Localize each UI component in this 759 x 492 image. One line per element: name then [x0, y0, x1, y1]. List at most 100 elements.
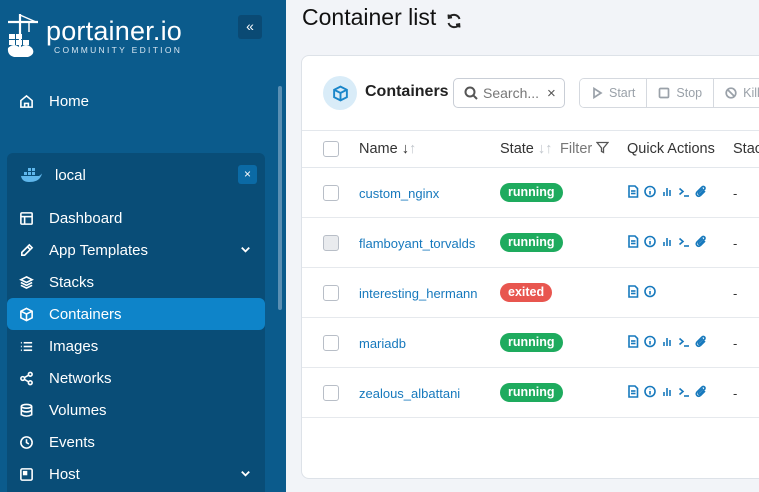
row-checkbox-disabled: [323, 235, 339, 251]
container-name-link[interactable]: interesting_hermann: [359, 286, 478, 301]
table-row: custom_nginx running -: [302, 168, 759, 218]
sidebar-item-label: Networks: [49, 369, 112, 387]
info-icon[interactable]: [644, 335, 656, 348]
stats-icon[interactable]: [661, 185, 673, 198]
filter-icon: [595, 141, 610, 154]
container-name-link[interactable]: zealous_albattani: [359, 386, 460, 401]
sidebar-item-dashboard[interactable]: Dashboard: [7, 202, 265, 234]
name-header-label: Name: [359, 141, 398, 157]
refresh-icon[interactable]: [445, 9, 463, 28]
home-icon: [18, 93, 34, 109]
sort-desc-icon: ↓: [401, 141, 409, 157]
stack-column-header[interactable]: Stac: [733, 141, 759, 157]
sidebar-item-containers[interactable]: Containers: [7, 298, 265, 330]
table-row: mariadb running -: [302, 318, 759, 368]
stack-value: -: [733, 186, 738, 201]
state-column-header[interactable]: State ↓↑: [500, 141, 552, 157]
cube-icon: [323, 76, 357, 110]
status-badge: running: [500, 183, 563, 202]
card-title: Containers: [365, 83, 449, 100]
logs-icon[interactable]: [627, 235, 639, 248]
table-row: interesting_hermann exited -: [302, 268, 759, 318]
stats-icon[interactable]: [661, 235, 673, 248]
sidebar-item-label: Images: [49, 337, 99, 355]
container-name-link[interactable]: custom_nginx: [359, 186, 439, 201]
info-icon[interactable]: [644, 185, 656, 198]
quick-actions-column-header: Quick Actions: [627, 141, 715, 157]
container-name-link[interactable]: mariadb: [359, 336, 406, 351]
logo-subtitle: COMMUNITY EDITION: [54, 45, 183, 55]
sidebar-item-volumes[interactable]: Volumes: [7, 394, 265, 426]
console-icon[interactable]: [678, 185, 690, 198]
logs-icon[interactable]: [627, 285, 639, 298]
docker-icon: [21, 168, 42, 182]
sort-asc-icon: ↑: [408, 141, 417, 157]
state-filter-button[interactable]: Filter: [560, 141, 610, 157]
table-row: zealous_albattani running -: [302, 368, 759, 418]
search-icon: [464, 86, 478, 100]
start-button[interactable]: Start: [580, 79, 648, 107]
sidebar-item-events[interactable]: Events: [7, 426, 265, 458]
clear-search-icon[interactable]: ×: [547, 85, 556, 102]
sidebar-item-home[interactable]: Home: [7, 85, 265, 117]
logs-icon[interactable]: [627, 385, 639, 398]
quick-actions: [627, 235, 707, 248]
sidebar-item-networks[interactable]: Networks: [7, 362, 265, 394]
sidebar-item-label: App Templates: [49, 241, 148, 259]
page-title: Container list: [302, 4, 463, 31]
stop-button[interactable]: Stop: [647, 79, 715, 107]
stats-icon[interactable]: [661, 335, 673, 348]
info-icon[interactable]: [644, 285, 656, 298]
logs-icon[interactable]: [627, 335, 639, 348]
console-icon[interactable]: [678, 235, 690, 248]
sidebar-item-stacks[interactable]: Stacks: [7, 266, 265, 298]
sidebar-item-app-templates[interactable]: App Templates: [7, 234, 265, 266]
dashboard-icon: [18, 210, 34, 226]
environment-close-button[interactable]: ×: [238, 165, 257, 184]
environment-header[interactable]: local: [7, 159, 265, 191]
sort-icon: ↓↑: [537, 141, 553, 157]
sidebar-item-label: Host: [49, 465, 80, 483]
name-column-header[interactable]: Name ↓↑: [359, 141, 416, 157]
stats-icon[interactable]: [661, 385, 673, 398]
sidebar-scrollbar[interactable]: [278, 86, 282, 310]
stack-value: -: [733, 286, 738, 301]
attach-icon[interactable]: [695, 235, 707, 248]
stack-value: -: [733, 386, 738, 401]
quick-actions: [627, 335, 707, 348]
sidebar-item-label: Events: [49, 433, 95, 451]
search-input[interactable]: [483, 85, 545, 101]
sidebar-item-host[interactable]: Host: [7, 458, 265, 490]
page-title-text: Container list: [302, 4, 437, 30]
close-icon: ×: [243, 167, 251, 181]
quick-actions: [627, 385, 707, 398]
select-all-checkbox[interactable]: [323, 141, 339, 157]
database-icon: [18, 402, 34, 418]
environment-name: local: [55, 166, 86, 184]
container-name-link[interactable]: flamboyant_torvalds: [359, 236, 475, 251]
row-checkbox[interactable]: [323, 335, 339, 351]
kill-button[interactable]: Kill: [714, 79, 759, 107]
sidebar-item-label: Home: [49, 92, 90, 110]
layers-icon: [18, 274, 34, 290]
start-button-label: Start: [609, 86, 636, 100]
info-icon[interactable]: [644, 235, 656, 248]
logo-text: portainer.io: [46, 16, 182, 46]
attach-icon[interactable]: [695, 385, 707, 398]
sidebar-item-images[interactable]: Images: [7, 330, 265, 362]
console-icon[interactable]: [678, 335, 690, 348]
logs-icon[interactable]: [627, 185, 639, 198]
ban-icon: [725, 87, 737, 99]
attach-icon[interactable]: [695, 185, 707, 198]
search-box[interactable]: ×: [453, 78, 565, 108]
stack-value: -: [733, 236, 738, 251]
row-checkbox[interactable]: [323, 385, 339, 401]
console-icon[interactable]: [678, 385, 690, 398]
collapse-sidebar-button[interactable]: «: [238, 15, 262, 39]
kill-button-label: Kill: [743, 86, 759, 100]
info-icon[interactable]: [644, 385, 656, 398]
double-chevron-left-icon: «: [246, 18, 254, 34]
row-checkbox[interactable]: [323, 185, 339, 201]
attach-icon[interactable]: [695, 335, 707, 348]
row-checkbox[interactable]: [323, 285, 339, 301]
